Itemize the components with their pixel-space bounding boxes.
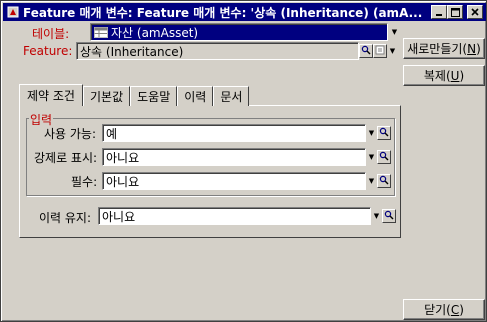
triangle-down-icon: ▼ xyxy=(389,47,396,55)
tab-documents[interactable]: 문서 xyxy=(213,86,250,106)
magnifier-icon xyxy=(361,44,371,58)
force-display-dropdown-button[interactable]: ▼ xyxy=(367,150,376,164)
enabled-value: 예 xyxy=(106,126,118,141)
mandatory-label: 필수: xyxy=(71,175,98,189)
close-button[interactable]: 닫기(C) xyxy=(403,299,485,320)
minimize-button[interactable] xyxy=(431,5,447,19)
table-icon xyxy=(94,26,108,38)
table-label: 테이블: xyxy=(32,27,70,41)
enabled-dropdown-button[interactable]: ▼ xyxy=(367,126,376,140)
triangle-down-icon: ▼ xyxy=(368,177,375,185)
force-display-value: 아니요 xyxy=(106,150,140,165)
triangle-down-icon: ▼ xyxy=(391,28,398,36)
tab-defaults[interactable]: 기본값 xyxy=(82,86,131,106)
keep-history-field[interactable]: 아니요 xyxy=(98,207,371,225)
close-button-suffix: ) xyxy=(459,302,464,317)
tab-strip: 제약 조건 기본값 도움말 이력 문서 xyxy=(19,84,250,106)
maximize-button[interactable] xyxy=(447,5,463,19)
new-button[interactable]: 새로만들기(N) xyxy=(403,38,485,59)
keep-history-label: 이력 유지: xyxy=(39,211,92,225)
mandatory-dropdown-button[interactable]: ▼ xyxy=(367,174,376,188)
force-display-label: 강제로 표시: xyxy=(34,151,98,165)
keep-history-zoom-button[interactable] xyxy=(382,209,396,223)
tab-documents-label: 문서 xyxy=(220,90,243,104)
table-field[interactable]: 자산 (amAsset) xyxy=(90,23,388,41)
duplicate-button-suffix: ) xyxy=(459,68,465,83)
force-display-zoom-button[interactable] xyxy=(377,150,391,164)
feature-value: 상속 (Inheritance) xyxy=(80,44,184,59)
force-display-field[interactable]: 아니요 xyxy=(102,148,366,166)
keep-history-dropdown-button[interactable]: ▼ xyxy=(372,209,381,223)
tab-constraints-label: 제약 조건 xyxy=(27,89,75,103)
details-icon xyxy=(375,44,385,58)
tab-defaults-label: 기본값 xyxy=(89,90,124,104)
close-button-label: 닫기( xyxy=(424,303,451,317)
magnifier-icon xyxy=(379,174,389,188)
feature-dropdown-button[interactable]: ▼ xyxy=(388,44,397,58)
triangle-down-icon: ▼ xyxy=(373,212,380,220)
mandatory-value: 아니요 xyxy=(106,174,140,189)
magnifier-icon xyxy=(379,150,389,164)
feature-zoom-button[interactable] xyxy=(359,44,373,58)
tab-history[interactable]: 이력 xyxy=(177,86,214,106)
enabled-label: 사용 가능: xyxy=(44,127,97,141)
feature-app-icon xyxy=(6,5,20,19)
tab-history-label: 이력 xyxy=(184,90,207,104)
mandatory-zoom-button[interactable] xyxy=(377,174,391,188)
enabled-zoom-button[interactable] xyxy=(377,126,391,140)
magnifier-icon xyxy=(384,209,394,223)
feature-parameters-window: Feature 매개 변수: Feature 매개 변수: '상속 (Inher… xyxy=(0,0,487,322)
table-dropdown-button[interactable]: ▼ xyxy=(390,24,399,40)
new-button-label: 새로만들기( xyxy=(407,42,468,56)
mandatory-field[interactable]: 아니요 xyxy=(102,172,366,190)
window-title: Feature 매개 변수: Feature 매개 변수: '상속 (Inher… xyxy=(23,5,423,20)
table-value: 자산 (amAsset) xyxy=(111,25,199,40)
feature-details-button[interactable] xyxy=(373,44,387,58)
triangle-down-icon: ▼ xyxy=(368,129,375,137)
tab-help[interactable]: 도움말 xyxy=(130,86,178,106)
feature-field[interactable]: 상속 (Inheritance) xyxy=(76,42,359,60)
magnifier-icon xyxy=(379,126,389,140)
title-bar[interactable]: Feature 매개 변수: Feature 매개 변수: '상속 (Inher… xyxy=(3,3,486,21)
feature-label: Feature: xyxy=(23,44,73,58)
keep-history-value: 아니요 xyxy=(102,209,136,224)
new-button-suffix: ) xyxy=(476,41,481,56)
new-button-accel: N xyxy=(467,41,477,56)
triangle-down-icon: ▼ xyxy=(368,153,375,161)
duplicate-button-label: 복제( xyxy=(423,69,451,83)
duplicate-button[interactable]: 복제(U) xyxy=(403,65,485,86)
tab-help-label: 도움말 xyxy=(137,90,171,104)
enabled-field[interactable]: 예 xyxy=(102,124,366,142)
duplicate-button-accel: U xyxy=(450,68,460,83)
tab-constraints[interactable]: 제약 조건 xyxy=(19,84,83,106)
close-window-button[interactable] xyxy=(467,5,483,19)
close-button-accel: C xyxy=(450,302,460,317)
